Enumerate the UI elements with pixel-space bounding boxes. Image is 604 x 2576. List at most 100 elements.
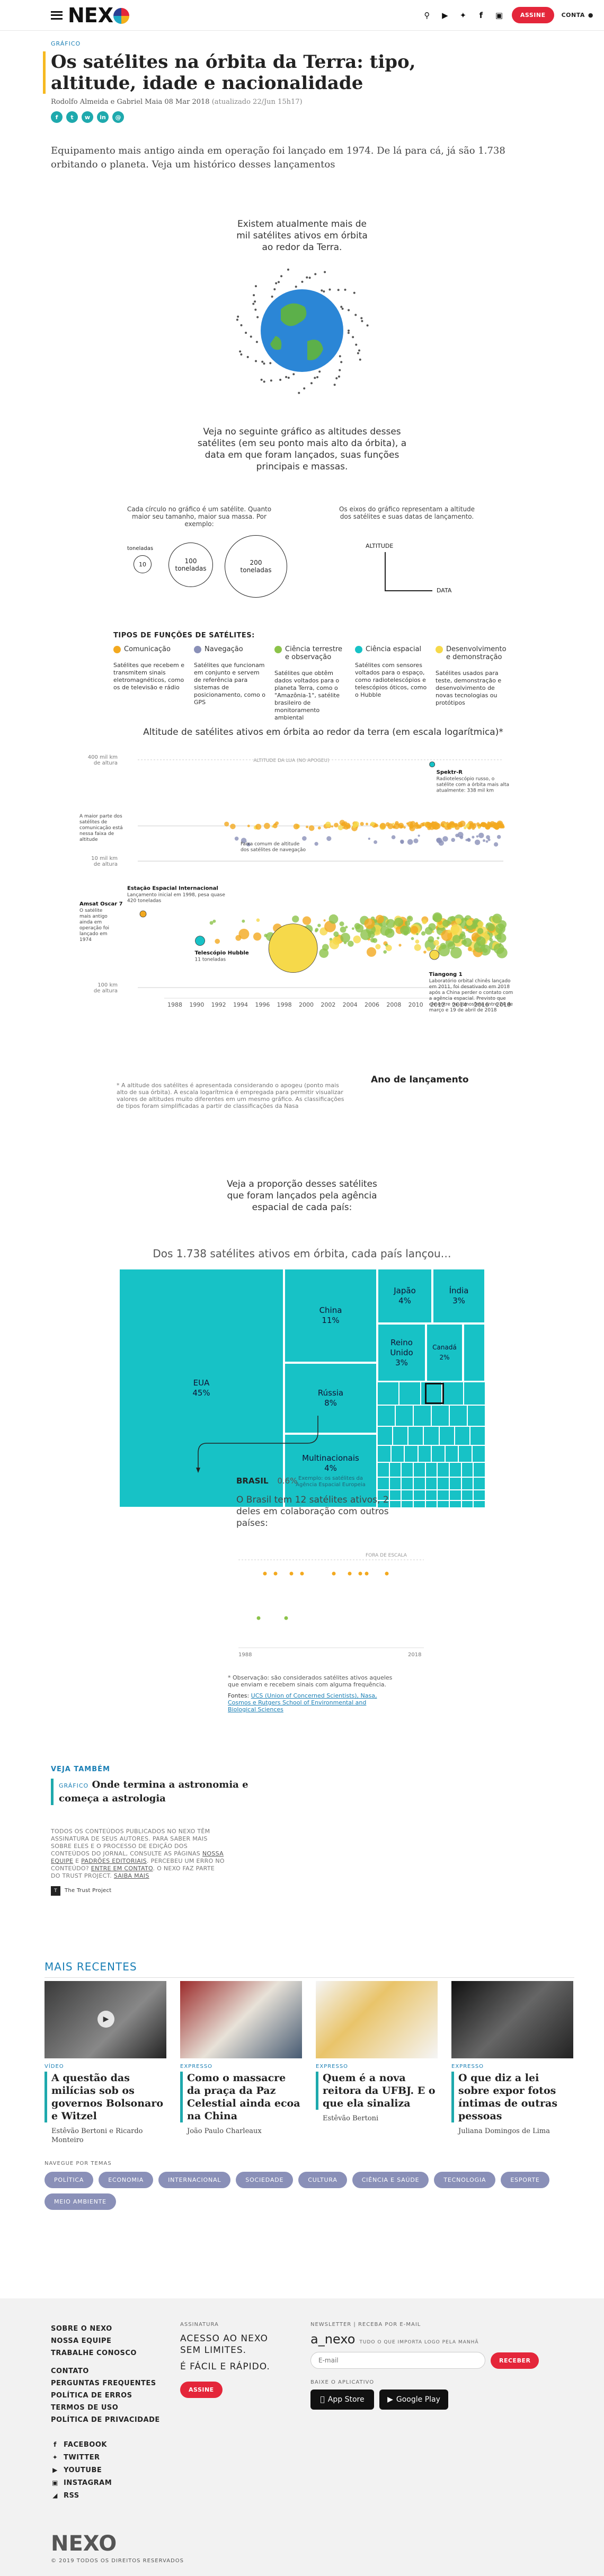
newsletter-email-input[interactable] <box>310 2352 485 2369</box>
satellite-point[interactable] <box>346 824 351 829</box>
treemap-small-country[interactable] <box>454 1426 470 1445</box>
satellite-point[interactable] <box>467 947 472 952</box>
treemap-small-country[interactable] <box>461 1462 474 1477</box>
satellite-point[interactable] <box>326 836 332 841</box>
satellite-point[interactable] <box>450 947 462 959</box>
topic-tag[interactable]: CULTURA <box>298 2172 347 2188</box>
satellite-point[interactable] <box>452 935 461 944</box>
satellite-point[interactable] <box>433 913 442 922</box>
satellite-point[interactable] <box>482 839 486 842</box>
related-link[interactable]: GRÁFICO Onde termina a astronomia e come… <box>51 1779 273 1805</box>
recent-card[interactable]: EXPRESSO Quem é a nova reitora da UFBJ. E… <box>316 1981 438 2145</box>
treemap-small-country[interactable] <box>398 1382 421 1405</box>
footer-link[interactable]: TRABALHE CONOSCO <box>51 2349 137 2357</box>
facebook-share-icon[interactable]: f <box>51 111 63 123</box>
treemap-india[interactable]: Índia 3% <box>432 1268 485 1323</box>
satellite-point[interactable] <box>469 822 473 827</box>
satellite-point[interactable] <box>455 833 459 838</box>
topic-tag[interactable]: POLÍTICA <box>45 2172 94 2188</box>
footer-link[interactable]: SOBRE O NEXO <box>51 2325 137 2333</box>
linkedin-share-icon[interactable]: in <box>97 111 109 123</box>
treemap-small-country[interactable] <box>413 1500 425 1508</box>
satellite-point[interactable] <box>372 938 378 943</box>
satellite-point[interactable] <box>333 931 339 937</box>
satellite-point[interactable] <box>374 840 378 844</box>
treemap-small-country[interactable] <box>469 1426 485 1445</box>
brasil-satellite-point[interactable] <box>348 1571 352 1576</box>
footer-link[interactable]: CONTATO <box>51 2367 160 2375</box>
app-store-badge[interactable]: App Store <box>310 2390 374 2410</box>
article-kicker[interactable]: GRÁFICO <box>51 40 485 47</box>
treemap-small-country[interactable] <box>413 1477 425 1490</box>
satellite-point[interactable] <box>400 926 410 935</box>
satellite-point[interactable] <box>451 838 455 842</box>
satellite-point[interactable] <box>422 824 425 827</box>
recent-card-image[interactable] <box>316 1981 438 2058</box>
satellite-point[interactable] <box>496 834 501 839</box>
satellite-point[interactable] <box>315 928 319 931</box>
satellite-point[interactable] <box>414 944 421 951</box>
satellite-point[interactable] <box>317 826 321 830</box>
satellite-point[interactable] <box>317 923 321 927</box>
account-button[interactable]: CONTA ● <box>562 12 593 19</box>
satellite-point[interactable] <box>380 926 390 936</box>
satellite-point[interactable] <box>212 919 216 923</box>
footer-subscribe-button[interactable]: ASSINE <box>180 2382 223 2398</box>
satellite-point[interactable] <box>391 835 396 840</box>
treemap-small-country[interactable] <box>472 1445 485 1462</box>
satellite-point[interactable] <box>459 836 464 839</box>
satellite-point[interactable] <box>492 913 502 923</box>
satellite-point[interactable] <box>428 936 434 943</box>
brasil-satellite-point[interactable] <box>273 1571 278 1576</box>
satellite-point[interactable] <box>450 916 456 921</box>
email-share-icon[interactable]: @ <box>112 111 124 123</box>
satellite-point[interactable] <box>449 822 455 828</box>
satellite-point[interactable] <box>395 821 399 825</box>
treemap-small-country[interactable] <box>473 1490 485 1500</box>
satellite-point[interactable] <box>323 919 326 922</box>
treemap-small-country[interactable] <box>425 1490 438 1500</box>
footer-social-link[interactable]: ▣ INSTAGRAM <box>51 2479 112 2487</box>
satellite-point[interactable] <box>464 926 467 929</box>
satellite-point[interactable] <box>334 822 339 828</box>
recent-card[interactable]: EXPRESSO O que diz a lei sobre expor foto… <box>451 1981 573 2145</box>
satellite-point[interactable] <box>418 834 420 837</box>
hubble-point[interactable] <box>195 936 205 946</box>
topic-tag[interactable]: TECNOLOGIA <box>434 2172 496 2188</box>
iss-point[interactable] <box>268 923 318 973</box>
satellite-point[interactable] <box>331 825 334 828</box>
satellite-point[interactable] <box>472 836 475 839</box>
satellite-point[interactable] <box>423 951 427 954</box>
treemap-small-country[interactable] <box>413 1405 431 1426</box>
satellite-point[interactable] <box>426 947 431 952</box>
topic-tag[interactable]: ECONOMIA <box>99 2172 154 2188</box>
treemap-small-country[interactable] <box>439 1426 455 1445</box>
treemap-small-country[interactable] <box>461 1490 474 1500</box>
footer-link[interactable]: NOSSA EQUIPE <box>51 2337 137 2345</box>
satellite-point[interactable] <box>368 837 370 840</box>
satellite-point[interactable] <box>476 936 486 946</box>
treemap-small-country[interactable] <box>401 1490 413 1500</box>
treemap-small-country[interactable] <box>445 1445 458 1462</box>
satellite-point[interactable] <box>410 926 419 934</box>
satellite-point[interactable] <box>493 842 499 847</box>
satellite-point[interactable] <box>292 915 299 923</box>
recent-card-image[interactable]: ▶ <box>45 1981 166 2058</box>
footer-social-link[interactable]: ✦ TWITTER <box>51 2453 112 2462</box>
treemap-japao[interactable]: Japão 4% <box>377 1268 432 1323</box>
satellite-point[interactable] <box>325 821 331 828</box>
treemap-small-country[interactable] <box>437 1500 449 1508</box>
satellite-point[interactable] <box>442 919 450 927</box>
satellite-point[interactable] <box>431 821 437 827</box>
satellite-point[interactable] <box>466 919 473 926</box>
satellite-point[interactable] <box>459 933 464 937</box>
satellite-point[interactable] <box>427 822 430 826</box>
satellite-point[interactable] <box>302 916 312 925</box>
satellite-point[interactable] <box>457 821 463 827</box>
treemap-small-country[interactable] <box>449 1500 461 1508</box>
recent-card-image[interactable] <box>451 1981 573 2058</box>
satellite-point[interactable] <box>394 917 404 927</box>
satellite-point[interactable] <box>340 932 351 943</box>
treemap-small-country[interactable] <box>413 1462 425 1477</box>
satellite-point[interactable] <box>274 823 277 825</box>
